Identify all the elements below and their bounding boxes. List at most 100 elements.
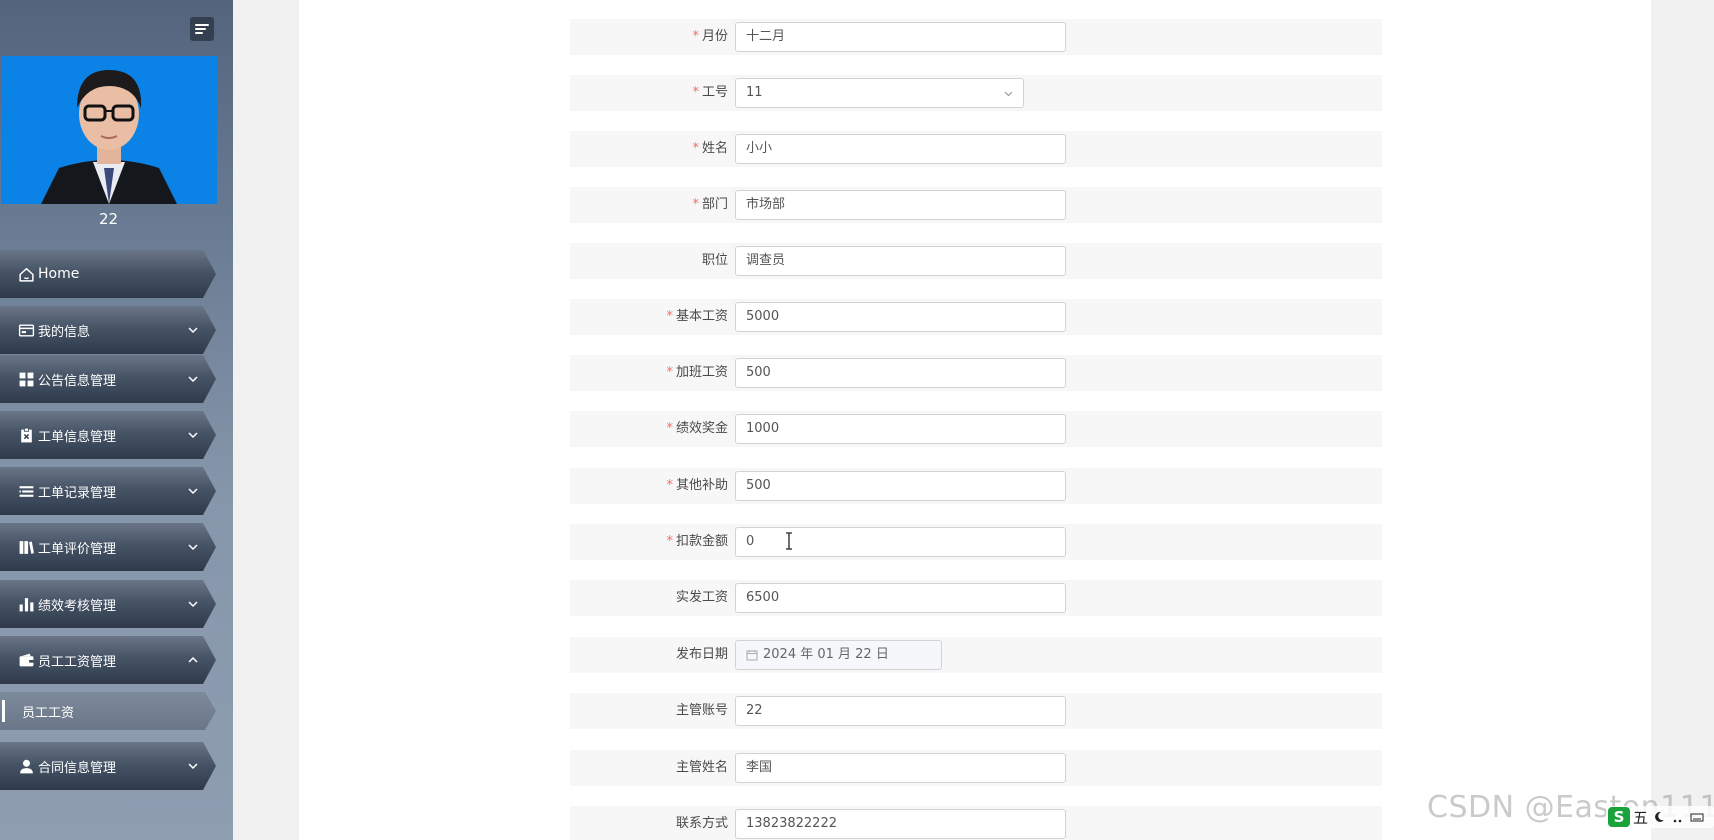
list-icon [17, 482, 35, 500]
form-row-publish-date: 发布日期 2024 年 01 月 22 日 [570, 637, 1382, 673]
field-label: * 基本工资 [666, 309, 728, 324]
publish-date-picker[interactable]: 2024 年 01 月 22 日 [735, 640, 942, 670]
sidebar: 22 Home 我的信息 公告信息管理 工单信息管理 工单记录管理 工单评价管理… [0, 0, 233, 840]
menu-item-performance[interactable]: 绩效考核管理 [0, 580, 216, 628]
required-mark: * [666, 365, 673, 380]
required-mark: * [666, 478, 673, 493]
field-label: * 月份 [692, 29, 728, 44]
grid-icon [17, 370, 35, 388]
name-input[interactable]: 小小 [735, 134, 1066, 164]
chevron-up-icon [187, 654, 199, 666]
clipboard-icon [17, 426, 35, 444]
field-label: * 工号 [692, 85, 728, 100]
form-row-manager-account: 主管账号 22 [570, 693, 1382, 729]
form-row-department: * 部门 市场部 [570, 187, 1382, 223]
menu-item-label: 工单评价管理 [38, 541, 117, 557]
chevron-down-icon [187, 760, 199, 772]
required-mark: * [692, 141, 699, 156]
other-allowance-input[interactable]: 500 [735, 471, 1066, 501]
select-value: 11 [746, 85, 763, 100]
field-label: * 其他补助 [666, 478, 728, 493]
menu-item-label: Home [38, 266, 80, 282]
manager-name-input[interactable]: 李国 [735, 753, 1066, 783]
menu-item-label: 员工工资管理 [38, 654, 117, 670]
moon-icon [1651, 809, 1667, 825]
required-mark: * [666, 309, 673, 324]
menu-item-contracts[interactable]: 合同信息管理 [0, 742, 216, 790]
chevron-down-icon [187, 541, 199, 553]
form-row-position: 职位 调查员 [570, 243, 1382, 279]
keyboard-icon [1689, 809, 1705, 825]
form-row-performance-bonus: * 绩效奖金 1000 [570, 411, 1382, 447]
chevron-down-icon [187, 324, 199, 336]
form-row-month: * 月份 十二月 [570, 19, 1382, 55]
id-card-icon [17, 321, 35, 339]
required-mark: * [692, 29, 699, 44]
menu-item-work-order-reviews[interactable]: 工单评价管理 [0, 523, 216, 571]
field-label: * 姓名 [692, 141, 728, 156]
username: 22 [98, 210, 119, 228]
field-label: 发布日期 [675, 647, 728, 662]
menu-item-my-info[interactable]: 我的信息 [0, 306, 216, 354]
form-row-net-salary: 实发工资 6500 [570, 580, 1382, 616]
menu-item-work-orders[interactable]: 工单信息管理 [0, 411, 216, 459]
wallet-icon [17, 651, 35, 669]
required-mark: * [666, 421, 673, 436]
menu-collapse-icon[interactable] [190, 17, 214, 41]
field-label: * 绩效奖金 [666, 421, 728, 436]
menu-item-label: 公告信息管理 [38, 373, 117, 389]
form-row-base-salary: * 基本工资 5000 [570, 299, 1382, 335]
calendar-icon [746, 649, 758, 661]
menu-item-label: 绩效考核管理 [38, 598, 117, 614]
required-mark: * [692, 85, 699, 100]
user-icon [17, 757, 35, 775]
menu-item-label: 合同信息管理 [38, 760, 117, 776]
avatar [1, 56, 217, 204]
field-label: 联系方式 [675, 816, 728, 831]
field-label: 主管姓名 [675, 760, 728, 775]
field-label: 主管账号 [675, 703, 728, 718]
employee-no-select[interactable]: 11 [735, 78, 1024, 108]
manager-account-input[interactable]: 22 [735, 696, 1066, 726]
sogou-ime-icon: S [1608, 807, 1630, 827]
submenu-item-salary[interactable]: 员工工资 [0, 692, 216, 730]
form-row-contact: 联系方式 13823822222 [570, 806, 1382, 840]
menu-item-label: 我的信息 [38, 324, 91, 340]
form-row-manager-name: 主管姓名 李国 [570, 750, 1382, 786]
punctuation-icon [1670, 809, 1686, 825]
chevron-down-icon [1003, 88, 1014, 99]
overtime-pay-input[interactable]: 500 [735, 358, 1066, 388]
department-input[interactable]: 市场部 [735, 190, 1066, 220]
ime-mode-label: 五 [1633, 808, 1649, 827]
performance-bonus-input[interactable]: 1000 [735, 414, 1066, 444]
book-icon [17, 538, 35, 556]
field-label: * 扣款金额 [666, 534, 728, 549]
menu-item-label: 工单记录管理 [38, 485, 117, 501]
home-icon [17, 265, 35, 283]
field-label: 职位 [701, 253, 728, 268]
bar-chart-icon [17, 595, 35, 613]
field-label: * 加班工资 [666, 365, 728, 380]
position-input[interactable]: 调查员 [735, 246, 1066, 276]
chevron-down-icon [187, 373, 199, 385]
menu-item-home[interactable]: Home [0, 250, 216, 298]
form-row-name: * 姓名 小小 [570, 131, 1382, 167]
submenu-item-label: 员工工资 [22, 705, 75, 721]
form-row-deduction: * 扣款金额 0 [570, 524, 1382, 560]
form-row-other-allowance: * 其他补助 500 [570, 468, 1382, 504]
menu-item-work-order-records[interactable]: 工单记录管理 [0, 467, 216, 515]
menu-item-salary-management[interactable]: 员工工资管理 [0, 636, 216, 684]
field-label: * 部门 [692, 197, 728, 212]
form-row-employee-no: * 工号 11 [570, 75, 1382, 111]
month-input[interactable]: 十二月 [735, 22, 1066, 52]
field-label: 实发工资 [675, 590, 728, 605]
text-cursor-icon [784, 532, 794, 550]
date-value: 2024 年 01 月 22 日 [763, 647, 889, 662]
contact-input[interactable]: 13823822222 [735, 809, 1066, 839]
chevron-down-icon [187, 598, 199, 610]
base-salary-input[interactable]: 5000 [735, 302, 1066, 332]
net-salary-input[interactable]: 6500 [735, 583, 1066, 613]
ime-tray[interactable]: S 五 [1606, 806, 1714, 828]
menu-item-announcements[interactable]: 公告信息管理 [0, 355, 216, 403]
chevron-down-icon [187, 485, 199, 497]
